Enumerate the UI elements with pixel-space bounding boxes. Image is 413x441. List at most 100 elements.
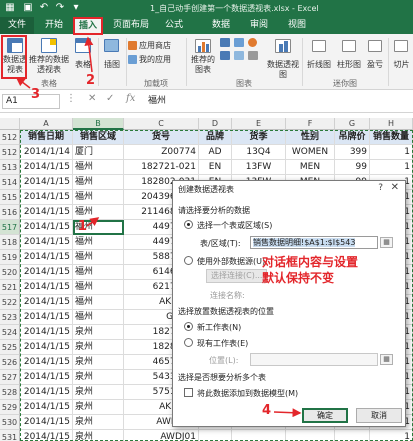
header-cell-price[interactable]: 吊牌价 — [335, 130, 370, 145]
row-header[interactable]: 513 — [0, 160, 20, 175]
cell-season[interactable] — [232, 430, 286, 441]
cell-date[interactable]: 2014/1/15 — [20, 190, 73, 205]
cell-region[interactable]: 泉州 — [73, 325, 124, 340]
close-icon[interactable]: ✕ — [391, 182, 399, 193]
cell-date[interactable]: 2014/1/15 — [20, 250, 73, 265]
row-header[interactable]: 530 — [0, 415, 20, 430]
cell-date[interactable]: 2014/1/15 — [20, 265, 73, 280]
cell-gender[interactable]: WOMEN — [286, 145, 335, 160]
app-store-button[interactable]: 应用商店 — [128, 40, 184, 52]
cancel-button[interactable]: 取消 — [356, 408, 402, 423]
cell-region[interactable]: 福州 — [73, 235, 124, 250]
cell-price[interactable]: 399 — [335, 145, 370, 160]
row-header[interactable]: 516 — [0, 205, 20, 220]
radio-select-range[interactable] — [184, 220, 193, 229]
cell-date[interactable]: 2014/1/15 — [20, 370, 73, 385]
cell-date[interactable]: 2014/1/15 — [20, 430, 73, 441]
cell-date[interactable]: 2014/1/15 — [20, 355, 73, 370]
column-header-f[interactable]: F — [286, 118, 335, 130]
recommended-pivot-button[interactable]: 推荐的数据透视表 — [29, 36, 69, 76]
column-header-g[interactable]: G — [335, 118, 370, 130]
location-picker-icon[interactable]: ▦ — [380, 354, 393, 365]
choose-connection-button[interactable]: 选择连接(C)... — [206, 269, 268, 283]
cell-qty[interactable]: 1 — [370, 430, 413, 441]
help-icon[interactable]: ? — [378, 183, 383, 193]
chart-types-gallery[interactable] — [220, 38, 264, 72]
cell-date[interactable]: 2014/1/15 — [20, 175, 73, 190]
sparkline-winloss-button[interactable]: 盈亏 — [364, 36, 386, 76]
radio-select-range-label[interactable]: 选择一个表或区域(S) — [197, 220, 272, 231]
cell-price[interactable]: 99 — [335, 160, 370, 175]
cell-gender[interactable]: MEN — [286, 160, 335, 175]
row-header[interactable]: 517 — [0, 220, 20, 235]
select-all-corner[interactable] — [0, 118, 20, 130]
tab-page-layout[interactable]: 页面布局 — [106, 17, 156, 34]
add-to-model-label[interactable]: 将此数据添加到数据模型(M) — [197, 388, 298, 399]
row-header[interactable]: 522 — [0, 295, 20, 310]
cell-date[interactable]: 2014/1/14 — [20, 145, 73, 160]
cell-region[interactable]: 福州 — [73, 295, 124, 310]
radio-existing-sheet[interactable] — [184, 338, 193, 347]
cell-date[interactable]: 2014/1/15 — [20, 415, 73, 430]
pivot-chart-button[interactable]: 数据透视图 — [266, 36, 300, 79]
cell-season[interactable]: 13FW — [232, 160, 286, 175]
row-header[interactable]: 529 — [0, 400, 20, 415]
column-header-h[interactable]: H — [370, 118, 413, 130]
row-header[interactable]: 523 — [0, 310, 20, 325]
cell-region[interactable]: 福州 — [73, 205, 124, 220]
cell-season[interactable]: 13Q4 — [232, 145, 286, 160]
radio-external-source-label[interactable]: 使用外部数据源(U) — [197, 256, 265, 267]
cell-price[interactable] — [335, 430, 370, 441]
cell-date[interactable]: 2014/1/15 — [20, 160, 73, 175]
cell-sku[interactable]: AWDJ01 — [124, 430, 199, 441]
slicer-button[interactable]: 切片 — [390, 36, 413, 76]
cell-region[interactable]: 泉州 — [73, 340, 124, 355]
excel-app-icon[interactable]: ▦ — [4, 2, 16, 14]
cell-region[interactable]: 泉州 — [73, 400, 124, 415]
formula-input[interactable]: 福州 — [148, 94, 166, 109]
range-picker-icon[interactable]: ▦ — [380, 237, 393, 248]
cell-region[interactable]: 泉州 — [73, 415, 124, 430]
header-cell-date[interactable]: 销售日期 — [20, 130, 73, 145]
range-input[interactable]: 销售数据明细!$A$1:$I$543 — [250, 236, 378, 249]
tab-view[interactable]: 视图 — [282, 17, 312, 34]
row-header[interactable]: 518 — [0, 235, 20, 250]
row-header[interactable]: 527 — [0, 370, 20, 385]
cell-date[interactable]: 2014/1/15 — [20, 220, 73, 235]
cell-region[interactable]: 福州 — [73, 250, 124, 265]
cell-date[interactable]: 2014/1/15 — [20, 310, 73, 325]
cell-date[interactable]: 2014/1/15 — [20, 400, 73, 415]
row-header[interactable]: 526 — [0, 355, 20, 370]
column-header-a[interactable]: A — [20, 118, 73, 130]
cell-date[interactable]: 2014/1/15 — [20, 235, 73, 250]
radio-external-source[interactable] — [184, 256, 193, 265]
cell-region[interactable]: 福州 — [73, 310, 124, 325]
ok-button[interactable]: 确定 — [302, 408, 348, 423]
header-cell-sku[interactable]: 货号 — [124, 130, 199, 145]
cancel-entry-icon[interactable]: ✕ — [88, 93, 96, 104]
row-header[interactable]: 528 — [0, 385, 20, 400]
cell-brand[interactable]: EN — [199, 160, 232, 175]
save-icon[interactable]: ▣ — [22, 2, 34, 14]
radio-new-sheet[interactable] — [184, 322, 193, 331]
header-cell-qty[interactable]: 销售数量 — [370, 130, 413, 145]
header-cell-brand[interactable]: 品牌 — [199, 130, 232, 145]
insert-function-icon[interactable]: fx — [126, 93, 135, 104]
cell-region[interactable]: 泉州 — [73, 385, 124, 400]
radio-existing-sheet-label[interactable]: 现有工作表(E) — [197, 338, 248, 349]
row-header[interactable]: 512 — [0, 130, 20, 145]
pivot-table-button[interactable]: 数据透视表 — [2, 36, 28, 76]
cell-region[interactable]: 泉州 — [73, 355, 124, 370]
radio-new-sheet-label[interactable]: 新工作表(N) — [197, 322, 241, 333]
customize-toolbar-icon[interactable]: ▾ — [70, 2, 82, 14]
header-cell-season[interactable]: 货季 — [232, 130, 286, 145]
cell-gender[interactable] — [286, 430, 335, 441]
cell-region[interactable]: 福州 — [73, 265, 124, 280]
undo-icon[interactable]: ↶ — [38, 2, 50, 14]
tab-formulas[interactable]: 公式 — [158, 17, 190, 34]
add-to-model-checkbox[interactable] — [184, 388, 193, 397]
tab-home[interactable]: 开始 — [36, 17, 72, 34]
cell-date[interactable]: 2014/1/15 — [20, 325, 73, 340]
row-header[interactable]: 524 — [0, 325, 20, 340]
cell-region[interactable]: 福州 — [73, 175, 124, 190]
